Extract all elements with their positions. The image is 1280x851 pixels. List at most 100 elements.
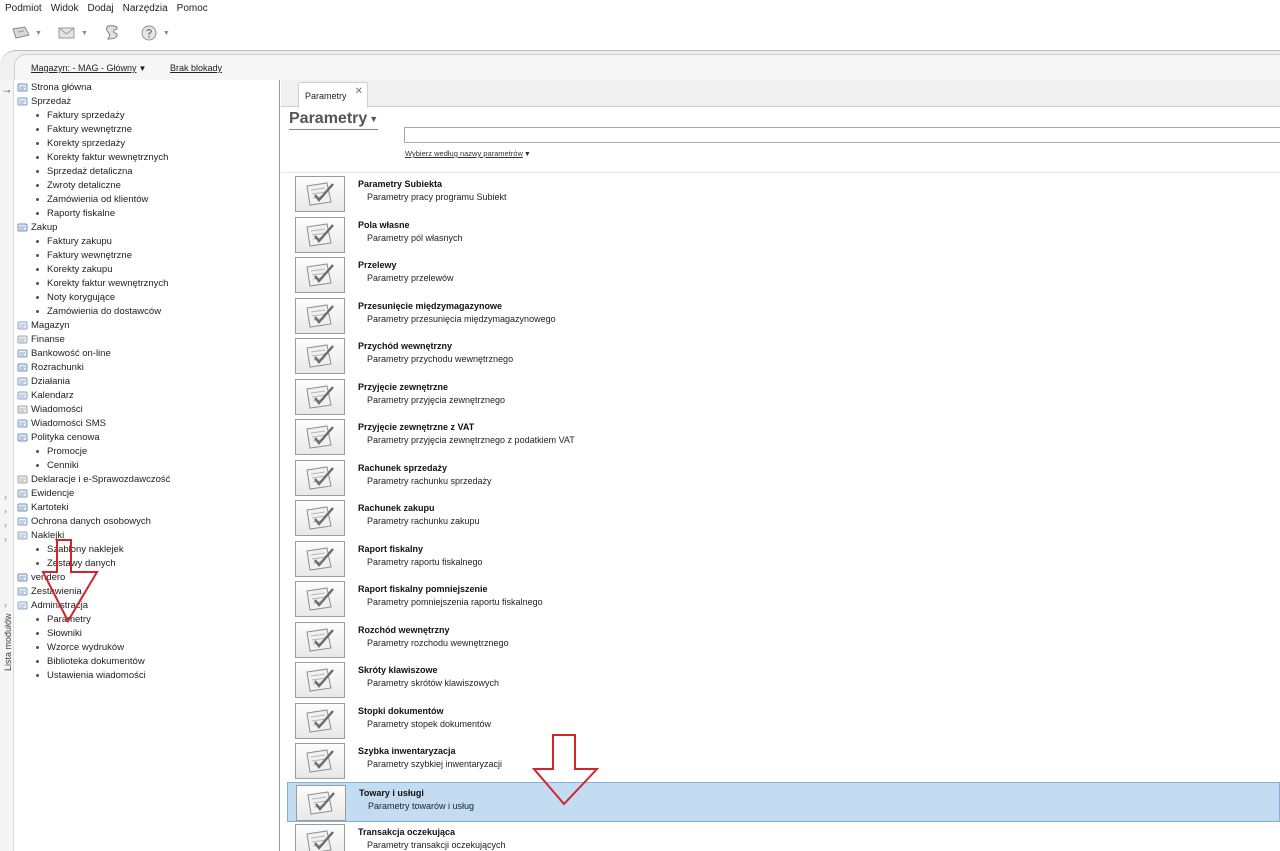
sidebar-item-label: Rozrachunki: [31, 361, 84, 373]
menu-dodaj[interactable]: Dodaj: [82, 3, 117, 14]
sidebar-item[interactable]: Kartoteki: [17, 500, 69, 514]
sidebar-item[interactable]: Administracja: [17, 598, 88, 612]
sidebar-item[interactable]: Faktury wewnętrzne: [36, 248, 132, 262]
parameter-row[interactable]: Przelewy Parametry przelewów: [287, 255, 1280, 295]
sidebar-item[interactable]: Cenniki: [36, 458, 79, 472]
sidebar-item[interactable]: Rozrachunki: [17, 360, 84, 374]
search-input[interactable]: [404, 127, 1280, 143]
sidebar-item[interactable]: Ustawienia wiadomości: [36, 668, 146, 682]
parameter-row[interactable]: Skróty klawiszowe Parametry skrótów klawi…: [287, 660, 1280, 700]
sidebar-item[interactable]: Wiadomości SMS: [17, 416, 106, 430]
chevron-right-icon[interactable]: ›: [4, 492, 7, 502]
parameter-row[interactable]: Towary i usługi Parametry towarów i usług: [287, 781, 1280, 822]
sidebar-item[interactable]: Strona główna: [17, 80, 92, 94]
sidebar-item[interactable]: Sprzedaż: [17, 94, 71, 108]
filter-selector[interactable]: Wybierz według nazwy parametrów▼: [405, 149, 531, 158]
sidebar-item[interactable]: Ochrona danych osobowych: [17, 514, 151, 528]
parameter-description: Parametry przesunięcia międzymagazynoweg…: [367, 313, 556, 324]
sidebar-item[interactable]: Naklejki: [17, 528, 64, 542]
parameter-row[interactable]: Raport fiskalny pomniejszenie Parametry p…: [287, 579, 1280, 619]
sidebar-item[interactable]: Faktury sprzedaży: [36, 108, 125, 122]
sidebar-item[interactable]: Ewidencje: [17, 486, 74, 500]
tab-parametry[interactable]: Parametry ✕: [298, 82, 368, 108]
toolbar-document-button[interactable]: ▼: [10, 23, 42, 43]
document-arrow-icon: [12, 26, 30, 39]
menu-widok[interactable]: Widok: [46, 3, 83, 14]
chevron-right-icon[interactable]: ›: [4, 506, 7, 516]
sidebar-item[interactable]: Zestawienia: [17, 584, 82, 598]
parameter-row[interactable]: Rozchód wewnętrzny Parametry rozchodu wew…: [287, 619, 1280, 660]
warehouse-label: Magazyn: - MAG - Główny: [31, 63, 137, 73]
sidebar-item[interactable]: Deklaracje i e-Sprawozdawczość: [17, 472, 170, 486]
help-question-icon: [141, 25, 157, 41]
sidebar-item[interactable]: Zamówienia od klientów: [36, 192, 148, 206]
close-icon[interactable]: ✕: [355, 86, 363, 97]
parameter-description: Parametry szybkiej inwentaryzacji: [367, 759, 503, 769]
sidebar-item[interactable]: Zestawy danych: [36, 556, 116, 570]
lock-status-link[interactable]: Brak blokady: [170, 63, 222, 73]
menu-pomoc[interactable]: Pomoc: [172, 3, 212, 14]
sidebar-item[interactable]: Zakup: [17, 220, 57, 234]
sidebar-item[interactable]: Parametry: [36, 612, 91, 626]
menu-narzedzia[interactable]: Narzędzia: [118, 3, 172, 14]
sidebar-item[interactable]: Biblioteka dokumentów: [36, 654, 145, 668]
parameter-name: Transakcja oczekująca: [358, 827, 456, 837]
parameter-row[interactable]: Rachunek sprzedaży Parametry rachunku spr…: [287, 457, 1280, 498]
parameter-row[interactable]: Przychód wewnętrzny Parametry przychodu w…: [287, 336, 1280, 376]
reports-icon: [17, 587, 28, 595]
chevron-right-icon[interactable]: ›: [4, 520, 7, 530]
sidebar-item[interactable]: Zwroty detaliczne: [36, 178, 121, 192]
sidebar-item[interactable]: vendero: [17, 570, 65, 584]
checklist-icon: [295, 297, 345, 334]
toolbar-help-button[interactable]: ▼: [138, 23, 170, 43]
toolbar-envelope-button[interactable]: ▼: [56, 23, 88, 43]
parameter-row[interactable]: Przyjęcie zewnętrzne Parametry przyjęcia …: [287, 376, 1280, 417]
sidebar-item[interactable]: Wzorce wydruków: [36, 640, 124, 654]
sidebar-item[interactable]: Raporty fiskalne: [36, 206, 115, 220]
warehouse-selector[interactable]: Magazyn: - MAG - Główny ▼: [31, 63, 146, 73]
parameter-row[interactable]: Rachunek zakupu Parametry rachunku zakupu: [287, 498, 1280, 538]
sidebar-item[interactable]: Faktury wewnętrzne: [36, 122, 132, 136]
sidebar-item[interactable]: Korekty sprzedaży: [36, 136, 125, 150]
parameter-row[interactable]: Stopki dokumentów Parametry stopek dokume…: [287, 700, 1280, 741]
toolbar-scroll-button[interactable]: [102, 23, 124, 43]
sidebar-item-label: Ochrona danych osobowych: [31, 515, 151, 527]
sidebar-item[interactable]: Promocje: [36, 444, 87, 458]
page-title[interactable]: Parametry ▼: [289, 110, 379, 130]
sidebar-item[interactable]: Działania: [17, 374, 70, 388]
parameter-name: Przesunięcie międzymagazynowe: [358, 300, 503, 311]
chevron-right-icon[interactable]: ›: [4, 600, 7, 610]
sidebar-item[interactable]: Polityka cenowa: [17, 430, 100, 444]
menu-podmiot[interactable]: Podmiot: [0, 3, 46, 14]
parameter-row[interactable]: Przesunięcie międzymagazynowe Parametry p…: [287, 295, 1280, 336]
sidebar-item[interactable]: Korekty zakupu: [36, 262, 112, 276]
parameter-name: Przelewy: [358, 260, 397, 270]
sidebar-item[interactable]: Bankowość on-line: [17, 346, 111, 360]
sidebar-item[interactable]: Magazyn: [17, 318, 70, 332]
parameter-row[interactable]: Parametry Subiekta Parametry pracy progra…: [287, 174, 1280, 214]
sidebar-item[interactable]: Wiadomości: [17, 402, 83, 416]
sidebar-item[interactable]: Sprzedaż detaliczna: [36, 164, 133, 178]
module-list-label[interactable]: Lista modułów: [3, 613, 13, 671]
sidebar-item[interactable]: Kalendarz: [17, 388, 74, 402]
sidebar-item[interactable]: Szablony naklejek: [36, 542, 124, 556]
sidebar-item-label: Szablony naklejek: [47, 543, 124, 555]
parameter-row[interactable]: Transakcja oczekująca Parametry transakcj…: [287, 822, 1280, 851]
chevron-right-icon[interactable]: ›: [4, 534, 7, 544]
parameter-name: Skróty klawiszowe: [358, 665, 438, 675]
checklist-icon: [295, 743, 345, 779]
sidebar-item-label: Korekty zakupu: [47, 263, 113, 275]
sidebar-item[interactable]: Korekty faktur wewnętrznych: [36, 150, 168, 164]
sidebar-item[interactable]: Noty korygujące: [36, 290, 115, 304]
parameter-row[interactable]: Raport fiskalny Parametry raportu fiskaln…: [287, 538, 1280, 579]
parameter-row[interactable]: Szybka inwentaryzacja Parametry szybkiej …: [287, 741, 1280, 781]
pin-icon[interactable]: ⊸: [3, 86, 11, 97]
parameter-row[interactable]: Pola własne Parametry pól własnych: [287, 214, 1280, 255]
sidebar-item[interactable]: Zamówienia do dostawców: [36, 304, 161, 318]
sidebar-item[interactable]: Korekty faktur wewnętrznych: [36, 276, 168, 290]
parameter-row[interactable]: Przyjęcie zewnętrzne z VAT Parametry przy…: [287, 417, 1280, 457]
sidebar-item[interactable]: Faktury zakupu: [36, 234, 112, 248]
sidebar-item[interactable]: Słowniki: [36, 626, 82, 640]
sidebar-item-label: Faktury wewnętrzne: [47, 123, 133, 135]
sidebar-item[interactable]: Finanse: [17, 332, 65, 346]
